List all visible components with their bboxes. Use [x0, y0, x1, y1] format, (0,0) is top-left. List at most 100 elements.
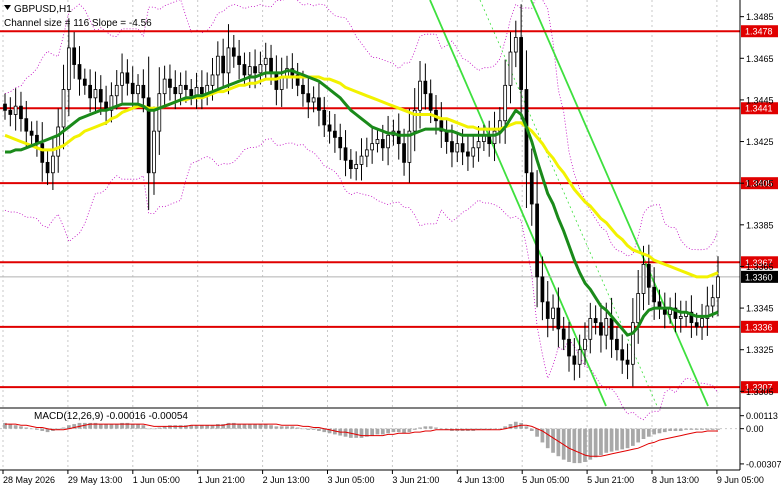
candle-body [45, 161, 50, 174]
current-price-label: 1.3360 [745, 272, 773, 282]
macd-bar [673, 428, 678, 431]
candle-body [396, 130, 401, 145]
candle-body [125, 72, 130, 84]
macd-bar [407, 428, 412, 433]
candle-body [428, 93, 433, 111]
macd-bar [141, 425, 146, 429]
macd-bar [13, 425, 18, 429]
macd-bar [434, 427, 438, 429]
macd-bar [599, 428, 603, 456]
candle-body [561, 328, 566, 340]
macd-bar [104, 424, 108, 429]
candle-body [476, 141, 481, 149]
price-tick-label: 1.3305 [746, 387, 774, 397]
macd-bar [295, 427, 300, 429]
candle-body [333, 130, 337, 138]
macd-bar [700, 428, 704, 430]
macd-bar [301, 428, 305, 430]
macd-bar [396, 428, 401, 433]
candle-body [327, 124, 332, 132]
macd-bar [317, 428, 321, 431]
time-tick-label: 3 Jun 21:00 [392, 475, 439, 485]
macd-bar [98, 424, 103, 429]
time-tick-label: 1 Jun 21:00 [198, 475, 245, 485]
candle-body [567, 338, 571, 357]
candle-body [120, 72, 124, 86]
candle-body [98, 89, 103, 103]
candle-body [93, 89, 98, 99]
price-tick-label: 1.3485 [746, 12, 774, 22]
macd-bar [114, 424, 119, 429]
price-tick-label: 1.3445 [746, 95, 774, 105]
macd-bar [152, 428, 156, 430]
macd-bar [354, 428, 359, 438]
macd-bar [311, 428, 316, 430]
macd-bar [370, 428, 375, 436]
macd-bar [402, 428, 406, 434]
time-tick-label: 5 Jun 05:00 [522, 475, 569, 485]
macd-bar [29, 428, 34, 430]
macd-bar [694, 428, 699, 430]
candle-body [599, 322, 603, 336]
candle-body [556, 307, 561, 330]
macd-bar [641, 428, 646, 439]
macd-bar [19, 426, 23, 429]
time-tick-label: 1 Jun 05:00 [133, 475, 180, 485]
macd-bar [716, 428, 720, 430]
candle-body [168, 78, 172, 88]
macd-bar [242, 424, 247, 429]
macd-bar [8, 424, 13, 429]
candle-body [450, 141, 454, 153]
candle-body [572, 355, 577, 365]
macd-bar [535, 428, 539, 437]
macd-bar [24, 427, 29, 429]
macd-bar [200, 425, 204, 429]
candle-body [593, 318, 598, 324]
candle-body [322, 109, 327, 126]
macd-bar [652, 428, 657, 435]
candle-body [716, 276, 720, 299]
candle-body [700, 318, 704, 328]
macd-bar [263, 424, 268, 429]
candle-body [8, 109, 13, 115]
candle-body [114, 84, 119, 97]
candle-body [29, 130, 34, 136]
macd-bar [279, 426, 284, 429]
macd-bar [545, 428, 550, 449]
candle-body [77, 64, 82, 80]
candle-body [535, 203, 539, 278]
macd-bar [572, 428, 577, 464]
candle-body [551, 307, 555, 319]
level-price-label: 1.3478 [745, 27, 773, 37]
candle-body [178, 84, 183, 95]
macd-bar [157, 427, 162, 429]
candle-body [247, 66, 252, 76]
candle-body [338, 136, 343, 149]
candle-body [184, 84, 188, 90]
macd-bar [146, 428, 151, 430]
candle-body [540, 276, 545, 303]
macd-bar [513, 421, 518, 429]
candle-body [311, 97, 316, 103]
candle-body [215, 55, 220, 76]
macd-bar [593, 428, 598, 458]
candle-body [162, 78, 167, 95]
macd-bar [588, 428, 593, 460]
candle-body [210, 74, 215, 86]
macd-bar [61, 427, 66, 429]
candle-body [519, 37, 523, 90]
candle-body [492, 130, 497, 145]
macd-bar [583, 428, 587, 462]
macd-bar [678, 428, 683, 431]
candle-body [545, 301, 550, 319]
price-tick-label: 1.3405 [746, 179, 774, 189]
macd-tick-label: -0.00307 [746, 459, 781, 469]
candle-body [364, 149, 369, 157]
candle-body [583, 338, 587, 351]
candle-body [471, 147, 476, 157]
candle-body [503, 84, 508, 122]
macd-bar [705, 428, 710, 430]
candle-body [652, 286, 657, 303]
candle-body [348, 159, 353, 170]
candle-body [631, 322, 635, 365]
